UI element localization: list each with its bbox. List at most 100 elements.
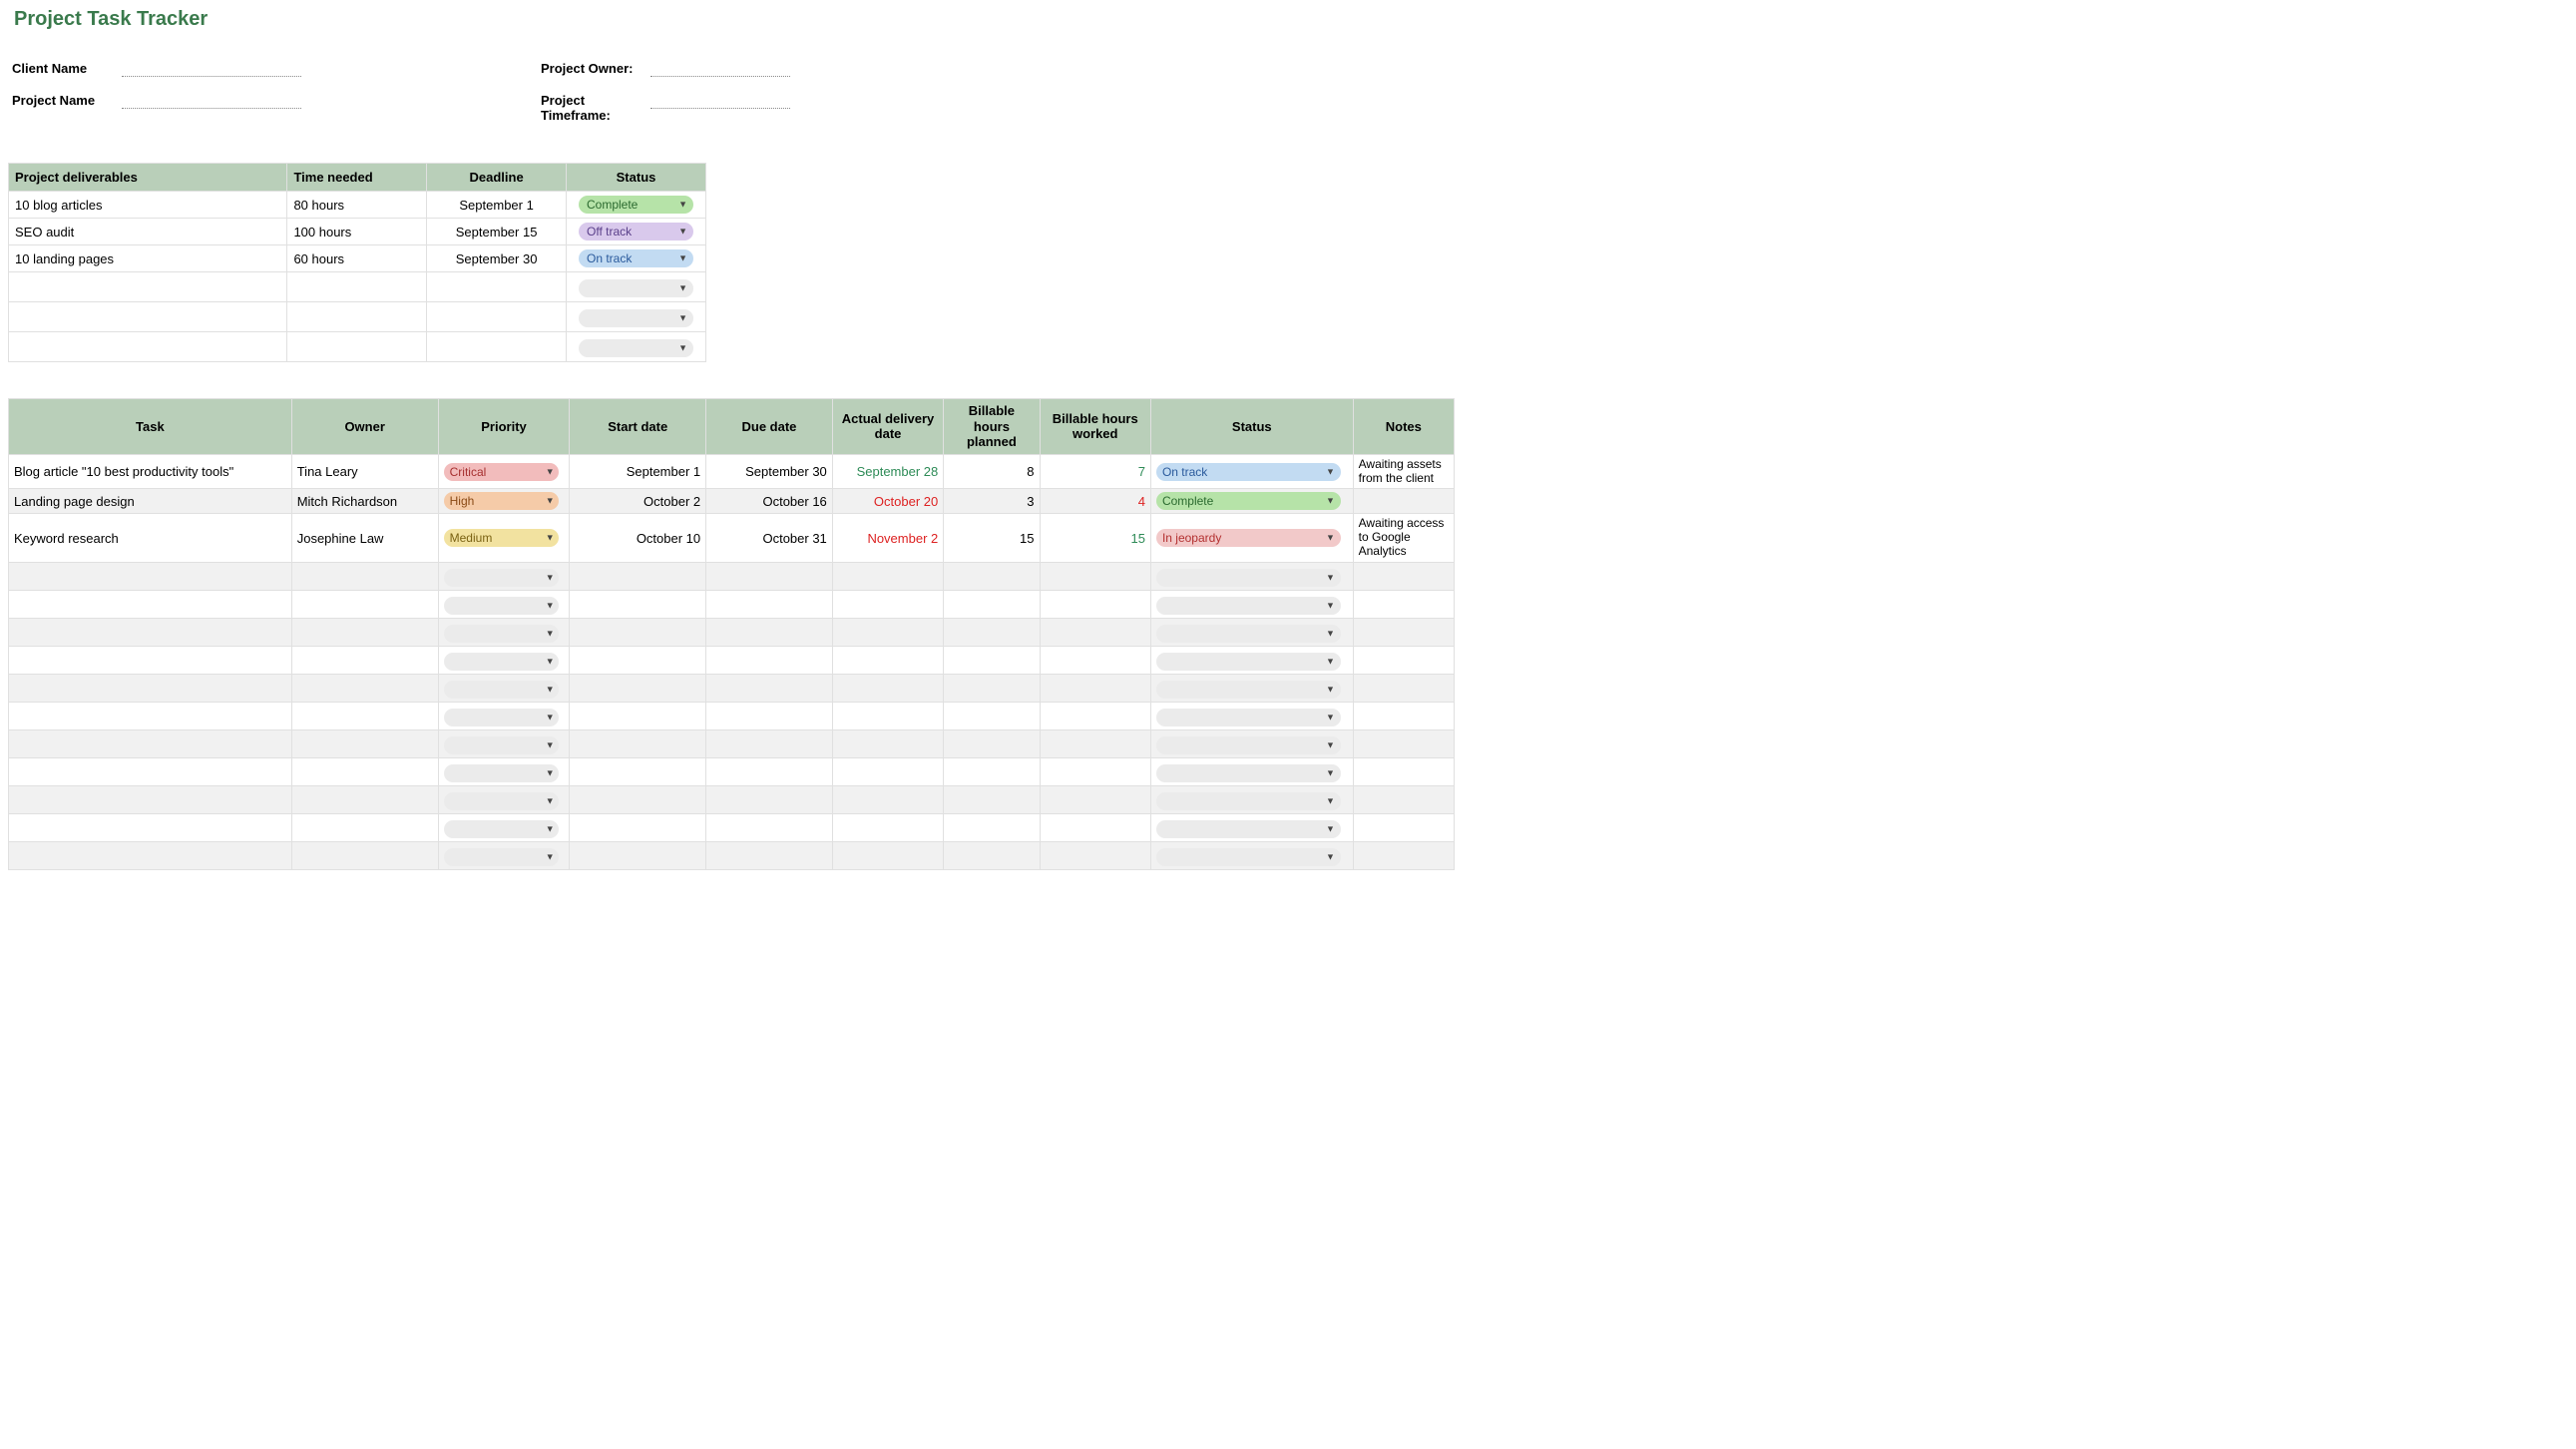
notes[interactable] <box>1353 618 1454 646</box>
planned-hours[interactable] <box>944 646 1040 674</box>
worked-hours[interactable] <box>1040 757 1150 785</box>
actual-date[interactable] <box>832 757 943 785</box>
deliverable-name[interactable] <box>9 272 287 302</box>
priority-dropdown[interactable]: ▼ <box>444 848 559 866</box>
worked-hours[interactable] <box>1040 646 1150 674</box>
project-owner-input[interactable] <box>650 59 790 77</box>
due-date[interactable]: September 30 <box>706 454 833 489</box>
actual-date[interactable] <box>832 646 943 674</box>
worked-hours[interactable] <box>1040 841 1150 869</box>
priority-dropdown[interactable]: ▼ <box>444 736 559 754</box>
task-status-dropdown[interactable]: In jeopardy ▼ <box>1156 529 1341 547</box>
start-date[interactable] <box>570 618 706 646</box>
task-name[interactable] <box>9 674 292 702</box>
owner[interactable] <box>291 785 438 813</box>
start-date[interactable] <box>570 785 706 813</box>
worked-hours[interactable] <box>1040 785 1150 813</box>
time-needed[interactable] <box>287 272 427 302</box>
notes[interactable] <box>1353 729 1454 757</box>
due-date[interactable] <box>706 646 833 674</box>
notes[interactable] <box>1353 813 1454 841</box>
notes[interactable] <box>1353 646 1454 674</box>
actual-date[interactable] <box>832 729 943 757</box>
task-status-dropdown[interactable]: Complete ▼ <box>1156 492 1341 510</box>
task-status-dropdown[interactable]: ▼ <box>1156 848 1341 866</box>
planned-hours[interactable]: 15 <box>944 514 1040 562</box>
due-date[interactable] <box>706 785 833 813</box>
planned-hours[interactable] <box>944 729 1040 757</box>
owner[interactable] <box>291 618 438 646</box>
time-needed[interactable]: 100 hours <box>287 219 427 245</box>
priority-dropdown[interactable]: ▼ <box>444 820 559 838</box>
priority-dropdown[interactable]: ▼ <box>444 597 559 615</box>
priority-dropdown[interactable]: ▼ <box>444 625 559 643</box>
due-date[interactable] <box>706 562 833 590</box>
task-name[interactable] <box>9 813 292 841</box>
client-name-input[interactable] <box>122 59 301 77</box>
task-status-dropdown[interactable]: ▼ <box>1156 597 1341 615</box>
time-needed[interactable]: 60 hours <box>287 245 427 272</box>
worked-hours[interactable] <box>1040 674 1150 702</box>
task-status-dropdown[interactable]: ▼ <box>1156 764 1341 782</box>
task-status-dropdown[interactable]: ▼ <box>1156 653 1341 671</box>
due-date[interactable]: October 31 <box>706 514 833 562</box>
worked-hours[interactable]: 15 <box>1040 514 1150 562</box>
time-needed[interactable] <box>287 302 427 332</box>
actual-date[interactable] <box>832 590 943 618</box>
start-date[interactable] <box>570 729 706 757</box>
due-date[interactable] <box>706 841 833 869</box>
owner[interactable] <box>291 590 438 618</box>
task-status-dropdown[interactable]: ▼ <box>1156 681 1341 699</box>
task-name[interactable] <box>9 841 292 869</box>
status-dropdown[interactable]: ▼ <box>579 339 693 357</box>
priority-dropdown[interactable]: ▼ <box>444 709 559 726</box>
start-date[interactable]: September 1 <box>570 454 706 489</box>
notes[interactable] <box>1353 702 1454 729</box>
notes[interactable] <box>1353 590 1454 618</box>
actual-date[interactable] <box>832 813 943 841</box>
notes[interactable] <box>1353 757 1454 785</box>
worked-hours[interactable]: 7 <box>1040 454 1150 489</box>
due-date[interactable] <box>706 729 833 757</box>
planned-hours[interactable] <box>944 562 1040 590</box>
planned-hours[interactable] <box>944 590 1040 618</box>
deliverable-name[interactable]: 10 landing pages <box>9 245 287 272</box>
worked-hours[interactable] <box>1040 562 1150 590</box>
owner[interactable] <box>291 729 438 757</box>
worked-hours[interactable]: 4 <box>1040 489 1150 514</box>
planned-hours[interactable] <box>944 841 1040 869</box>
worked-hours[interactable] <box>1040 729 1150 757</box>
start-date[interactable] <box>570 813 706 841</box>
notes[interactable] <box>1353 785 1454 813</box>
due-date[interactable] <box>706 590 833 618</box>
worked-hours[interactable] <box>1040 813 1150 841</box>
task-name[interactable] <box>9 618 292 646</box>
notes[interactable]: Awaiting access to Google Analytics <box>1353 514 1454 562</box>
owner[interactable] <box>291 813 438 841</box>
notes[interactable] <box>1353 841 1454 869</box>
start-date[interactable]: October 2 <box>570 489 706 514</box>
deliverable-name[interactable]: SEO audit <box>9 219 287 245</box>
notes[interactable] <box>1353 489 1454 514</box>
worked-hours[interactable] <box>1040 618 1150 646</box>
deadline[interactable] <box>427 272 567 302</box>
due-date[interactable] <box>706 757 833 785</box>
due-date[interactable] <box>706 618 833 646</box>
start-date[interactable]: October 10 <box>570 514 706 562</box>
worked-hours[interactable] <box>1040 702 1150 729</box>
status-dropdown[interactable]: ▼ <box>579 279 693 297</box>
task-name[interactable] <box>9 702 292 729</box>
deadline[interactable]: September 30 <box>427 245 567 272</box>
start-date[interactable] <box>570 757 706 785</box>
start-date[interactable] <box>570 562 706 590</box>
due-date[interactable] <box>706 674 833 702</box>
deadline[interactable] <box>427 332 567 362</box>
start-date[interactable] <box>570 702 706 729</box>
task-name[interactable] <box>9 785 292 813</box>
planned-hours[interactable] <box>944 813 1040 841</box>
task-name[interactable] <box>9 590 292 618</box>
task-status-dropdown[interactable]: ▼ <box>1156 569 1341 587</box>
owner[interactable]: Tina Leary <box>291 454 438 489</box>
deadline[interactable] <box>427 302 567 332</box>
priority-dropdown[interactable]: ▼ <box>444 653 559 671</box>
